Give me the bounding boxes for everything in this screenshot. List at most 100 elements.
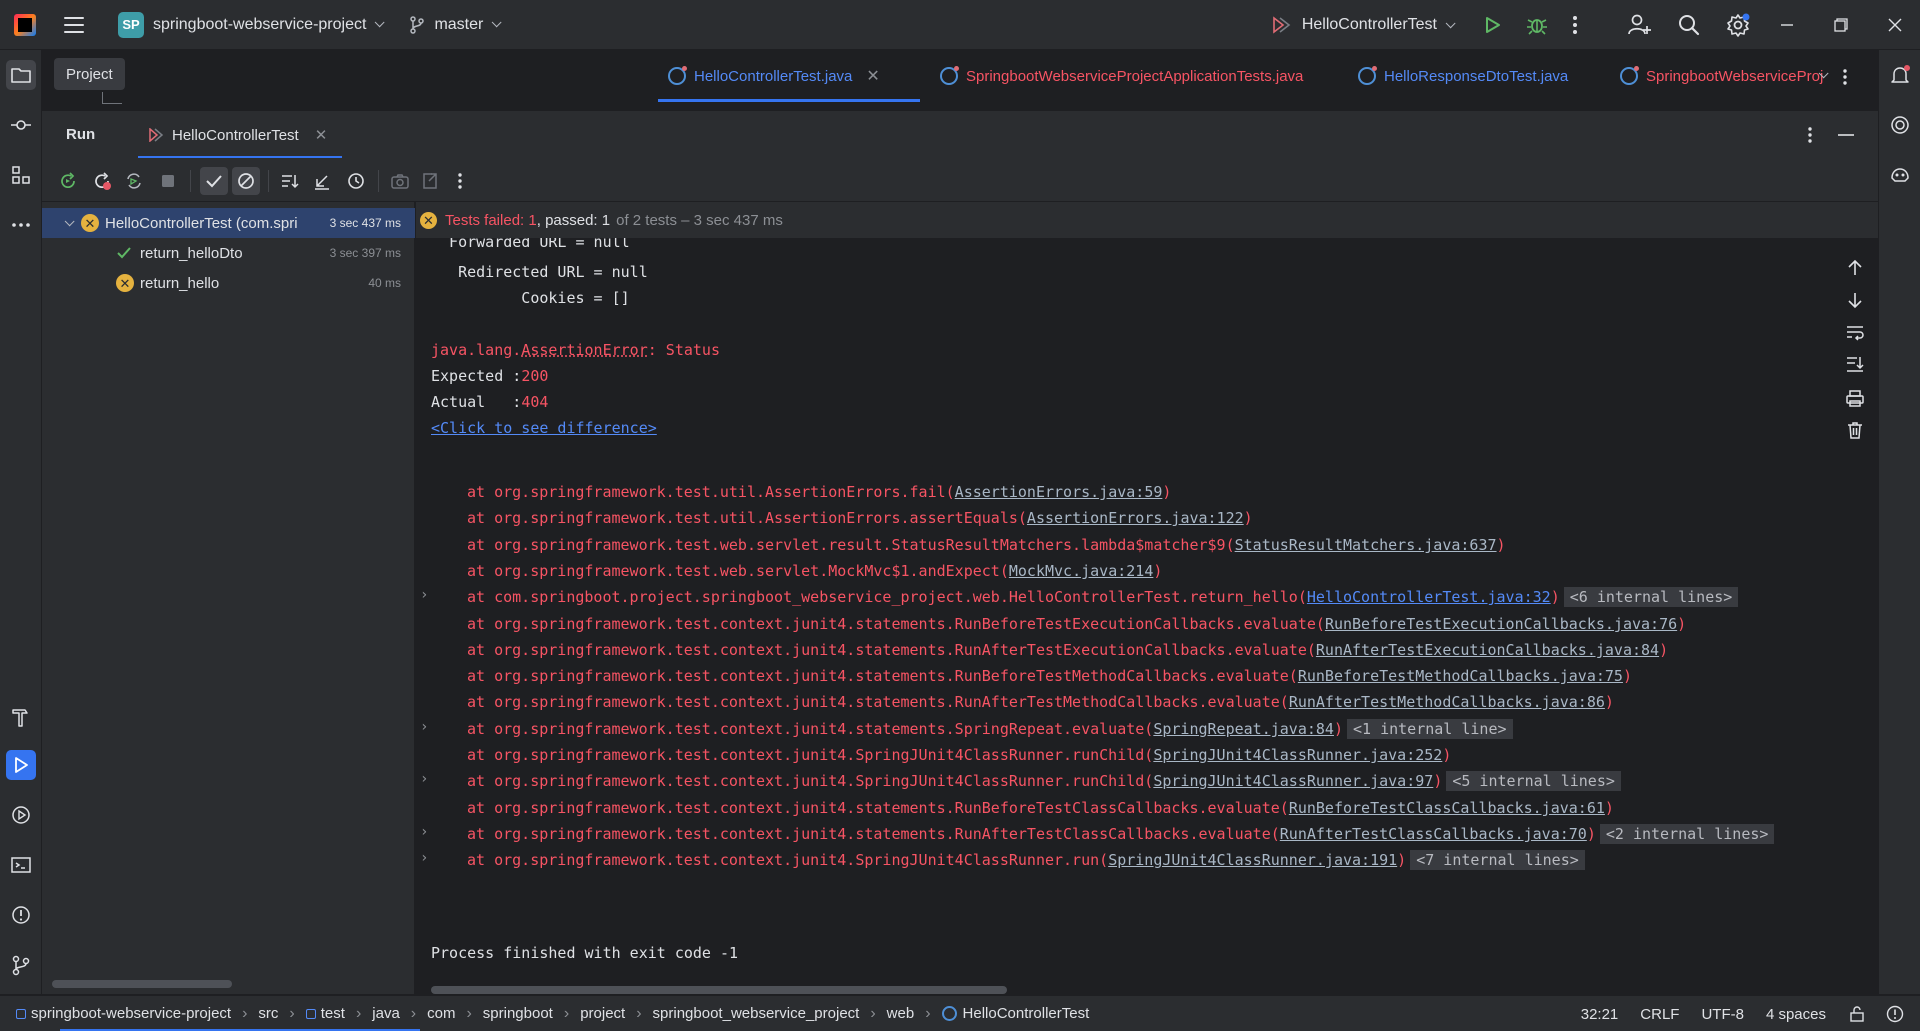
print-button[interactable] [1845, 388, 1865, 408]
export-button[interactable] [416, 167, 444, 195]
add-user-icon[interactable] [1628, 14, 1652, 36]
chevron-down-icon[interactable] [64, 215, 75, 226]
collapse-all-button[interactable] [308, 167, 336, 195]
editor-tab-applicationtests[interactable]: SpringbootWebserviceProjectApplicationTe… [932, 50, 1303, 102]
copilot-button[interactable] [1885, 160, 1915, 190]
breadcrumb-item[interactable]: java [372, 1005, 400, 1022]
lock-icon[interactable] [1848, 1005, 1866, 1023]
close-window-icon[interactable] [1888, 18, 1902, 32]
hide-panel-icon[interactable] [1838, 133, 1854, 137]
internal-lines-fold[interactable]: <1 internal line> [1347, 719, 1513, 739]
file-encoding[interactable]: UTF-8 [1701, 1006, 1744, 1023]
expand-frames-chevron-icon[interactable]: › [420, 850, 432, 870]
breadcrumb-item[interactable]: web [887, 1005, 915, 1022]
error-class[interactable]: AssertionError [521, 341, 647, 359]
screenshot-button[interactable] [386, 167, 414, 195]
structure-tool-button[interactable] [6, 160, 36, 190]
tree-item-return-hello[interactable]: ✕ return_hello 40 ms [42, 268, 415, 298]
build-tool-button[interactable] [6, 702, 36, 732]
stack-frame-link[interactable]: RunAfterTestExecutionCallbacks.java:84 [1316, 641, 1659, 659]
run-tab-hellocontrollertest[interactable]: HelloControllerTest ✕ [130, 111, 342, 159]
stack-frame-link[interactable]: RunBeforeTestClassCallbacks.java:61 [1289, 799, 1605, 817]
git-tool-button[interactable] [6, 950, 36, 980]
show-ignored-toggle[interactable] [232, 167, 260, 195]
main-menu-icon[interactable] [64, 16, 84, 33]
clear-all-button[interactable] [1845, 420, 1865, 440]
ai-assistant-button[interactable] [1885, 110, 1915, 140]
stack-frame-link[interactable]: RunBeforeTestExecutionCallbacks.java:76 [1325, 615, 1677, 633]
stack-frame-link[interactable]: MockMvc.java:214 [1009, 562, 1154, 580]
stop-button[interactable] [154, 167, 182, 195]
breadcrumb-item[interactable]: project [580, 1005, 625, 1022]
more-vertical-icon[interactable] [1842, 68, 1848, 86]
click-to-see-difference-link[interactable]: <Click to see difference> [431, 418, 657, 438]
caret-position[interactable]: 32:21 [1581, 1006, 1619, 1023]
expand-frames-chevron-icon[interactable]: › [420, 771, 432, 791]
breadcrumb-item[interactable]: src [258, 1005, 278, 1022]
stack-frame-link[interactable]: SpringJUnit4ClassRunner.java:252 [1153, 746, 1442, 764]
stack-frame-link[interactable]: AssertionErrors.java:122 [1027, 509, 1244, 527]
internal-lines-fold[interactable]: <6 internal lines> [1563, 587, 1739, 607]
run-icon[interactable] [1482, 15, 1502, 35]
close-tab-icon[interactable]: ✕ [866, 66, 879, 86]
breadcrumb-item[interactable]: HelloControllerTest [963, 1005, 1090, 1022]
editor-tab-helloresponsedtotest[interactable]: HelloResponseDtoTest.java [1350, 50, 1568, 102]
internal-lines-fold[interactable]: <5 internal lines> [1446, 771, 1621, 791]
expand-frames-chevron-icon[interactable]: › [420, 587, 432, 607]
stack-frame-link[interactable]: SpringRepeat.java:84 [1153, 720, 1334, 738]
settings-gear-icon[interactable] [1726, 13, 1750, 37]
horizontal-scrollbar[interactable] [52, 980, 232, 988]
stack-frame-link[interactable]: StatusResultMatchers.java:637 [1235, 536, 1497, 554]
run-config-selector[interactable]: HelloControllerTest [1271, 0, 1456, 50]
test-history-button[interactable] [342, 167, 370, 195]
stack-frame-link[interactable]: RunAfterTestClassCallbacks.java:70 [1280, 825, 1587, 843]
breadcrumb-item[interactable]: springboot [483, 1005, 553, 1022]
more-vertical-icon[interactable] [1807, 126, 1813, 144]
editor-tab-hellocontrollertest[interactable]: HelloControllerTest.java ✕ [658, 50, 920, 102]
rerun-failed-button[interactable] [88, 167, 116, 195]
minimize-window-icon[interactable] [1780, 18, 1794, 32]
expand-frames-chevron-icon[interactable]: › [420, 824, 432, 844]
tree-root-hellocontrollertest[interactable]: ✕ HelloControllerTest (com.spri 3 sec 43… [42, 208, 415, 238]
scroll-down-button[interactable] [1845, 290, 1865, 310]
stack-frame-link[interactable]: SpringJUnit4ClassRunner.java:97 [1153, 772, 1433, 790]
line-separator[interactable]: CRLF [1640, 1006, 1679, 1023]
services-tool-button[interactable] [6, 800, 36, 830]
toggle-auto-test-button[interactable] [120, 167, 148, 195]
project-switcher[interactable]: SP springboot-webservice-project [84, 0, 386, 50]
internal-lines-fold[interactable]: <7 internal lines> [1410, 850, 1585, 870]
restore-window-icon[interactable] [1834, 18, 1848, 32]
soft-wrap-button[interactable] [1845, 322, 1865, 342]
commit-tool-button[interactable] [6, 110, 36, 140]
horizontal-scrollbar[interactable] [431, 986, 1007, 994]
breadcrumb-item[interactable]: test [321, 1005, 345, 1022]
internal-lines-fold[interactable]: <2 internal lines> [1599, 824, 1775, 844]
breadcrumb-item[interactable]: springboot_webservice_project [653, 1005, 860, 1022]
breadcrumb-item[interactable]: com [427, 1005, 455, 1022]
more-tools-button[interactable] [6, 210, 36, 240]
stack-frame-link[interactable]: RunAfterTestMethodCallbacks.java:86 [1289, 693, 1605, 711]
branch-switcher[interactable]: master [409, 0, 502, 50]
debug-icon[interactable] [1526, 14, 1548, 36]
tree-item-return-hellodto[interactable]: return_helloDto 3 sec 397 ms [42, 238, 415, 268]
show-passed-toggle[interactable] [200, 167, 228, 195]
breadcrumb-item[interactable]: springboot-webservice-project [31, 1005, 231, 1022]
scroll-up-button[interactable] [1845, 258, 1865, 278]
indent-setting[interactable]: 4 spaces [1766, 1006, 1826, 1023]
problems-indicator-icon[interactable] [1886, 1005, 1904, 1023]
terminal-tool-button[interactable] [6, 850, 36, 880]
stack-frame-link[interactable]: HelloControllerTest.java:32 [1307, 588, 1551, 606]
search-icon[interactable] [1678, 14, 1700, 36]
rerun-button[interactable] [54, 167, 82, 195]
project-tool-button[interactable] [6, 60, 36, 90]
close-tab-icon[interactable]: ✕ [315, 126, 328, 144]
notifications-button[interactable] [1885, 60, 1915, 90]
project-tool-tab[interactable]: Project [54, 58, 125, 90]
run-tool-button[interactable] [6, 750, 36, 780]
stack-frame-link[interactable]: RunBeforeTestMethodCallbacks.java:75 [1298, 667, 1623, 685]
sort-button[interactable] [276, 167, 304, 195]
expand-frames-chevron-icon[interactable]: › [420, 719, 432, 739]
stack-frame-link[interactable]: SpringJUnit4ClassRunner.java:191 [1108, 851, 1397, 869]
scroll-to-end-button[interactable] [1845, 354, 1865, 374]
problems-tool-button[interactable] [6, 900, 36, 930]
